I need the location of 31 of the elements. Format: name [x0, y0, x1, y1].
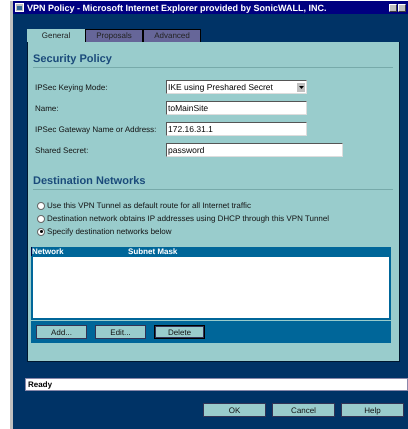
option-label: Specify destination networks below [47, 227, 172, 236]
action-button[interactable]: Delete [154, 325, 205, 339]
input-field[interactable]: toMainSite [166, 101, 307, 115]
window-title: VPN Policy - Microsoft Internet Explorer provided by SonicWALL, INC. [27, 2, 328, 12]
field-label: Shared Secret: [35, 146, 90, 154]
dialog-button[interactable]: OK [203, 403, 266, 417]
minimize-button[interactable] [389, 4, 397, 12]
dropdown-arrow-icon[interactable] [297, 82, 305, 92]
field-label: Name: [35, 104, 60, 112]
dialog-button[interactable]: Help [341, 403, 404, 417]
field-label: IPSec Keying Mode: [35, 82, 108, 92]
column-header: Network [32, 247, 65, 256]
field-label: IPSec Gateway Name or Address: [35, 124, 158, 134]
dialog-button[interactable]: Cancel [272, 403, 335, 417]
option-label: Destination network obtains IP addresses using DHCP through this VPN Tunnel [47, 214, 330, 223]
option-label: Use this VPN Tunnel as default route for all Internet traffic [47, 201, 251, 210]
section-heading: Destination Networks [33, 175, 393, 190]
tab[interactable]: General [27, 29, 85, 42]
maximize-button[interactable] [398, 4, 406, 12]
action-button[interactable]: Edit... [95, 325, 146, 339]
status-bar: Ready [25, 378, 408, 391]
radio-button[interactable] [37, 214, 45, 222]
radio-button[interactable] [37, 228, 45, 236]
input-field[interactable]: password [166, 143, 343, 157]
action-button[interactable]: Add... [36, 325, 87, 339]
radio-button[interactable] [37, 202, 45, 210]
dropdown[interactable]: IKE using Preshared Secret [166, 80, 307, 94]
browser-icon [15, 3, 24, 12]
input-field[interactable]: 172.16.31.1 [166, 122, 307, 136]
column-header: Subnet Mask [128, 247, 178, 256]
section-heading: Security Policy [33, 53, 393, 68]
